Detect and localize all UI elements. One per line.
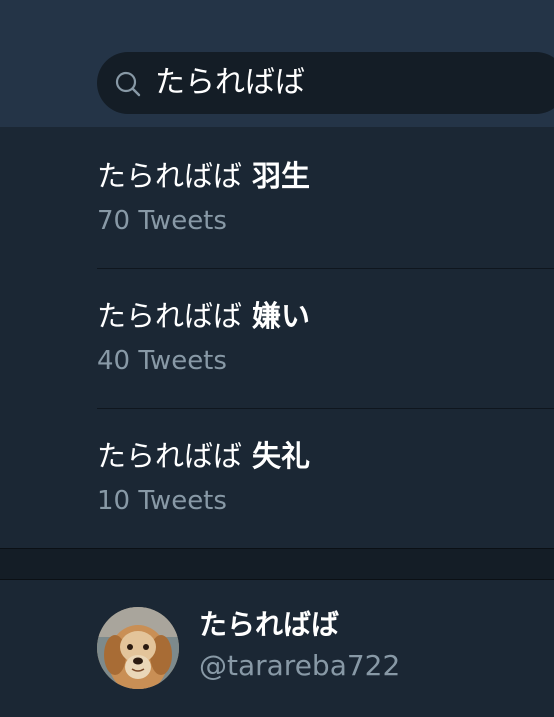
search-suggestion[interactable]: たらればば 嫌い 40 Tweets — [0, 268, 554, 408]
account-name: たらればば — [199, 608, 340, 641]
search-suggestion[interactable]: たらればば 羽生 70 Tweets — [0, 128, 554, 268]
search-icon — [115, 71, 141, 97]
account-result[interactable]: たらればば @tarareba722 — [0, 580, 554, 717]
account-handle: @tarareba722 — [199, 649, 401, 682]
suggestion-tweet-count: 70 Tweets — [97, 206, 227, 236]
search-input[interactable]: たらればば — [155, 64, 305, 102]
suggestion-prefix: たらればば — [97, 439, 243, 473]
suggestion-tweet-count: 10 Tweets — [97, 486, 227, 516]
search-header: たらればば — [0, 0, 554, 127]
suggestion-term: 嫌い — [252, 299, 311, 333]
suggestion-title: たらればば 失礼 — [97, 438, 310, 474]
suggestion-prefix: たらればば — [97, 299, 243, 333]
suggestion-prefix: たらればば — [97, 159, 243, 193]
suggestion-title: たらればば 嫌い — [97, 298, 310, 334]
search-suggestion[interactable]: たらればば 失礼 10 Tweets — [0, 408, 554, 548]
avatar[interactable] — [97, 607, 179, 689]
suggestion-tweet-count: 40 Tweets — [97, 346, 227, 376]
suggestion-title: たらればば 羽生 — [97, 158, 310, 194]
suggestion-term: 失礼 — [252, 439, 311, 473]
dog-avatar-image — [97, 607, 179, 689]
suggestion-term: 羽生 — [252, 159, 311, 193]
section-separator — [0, 548, 554, 580]
